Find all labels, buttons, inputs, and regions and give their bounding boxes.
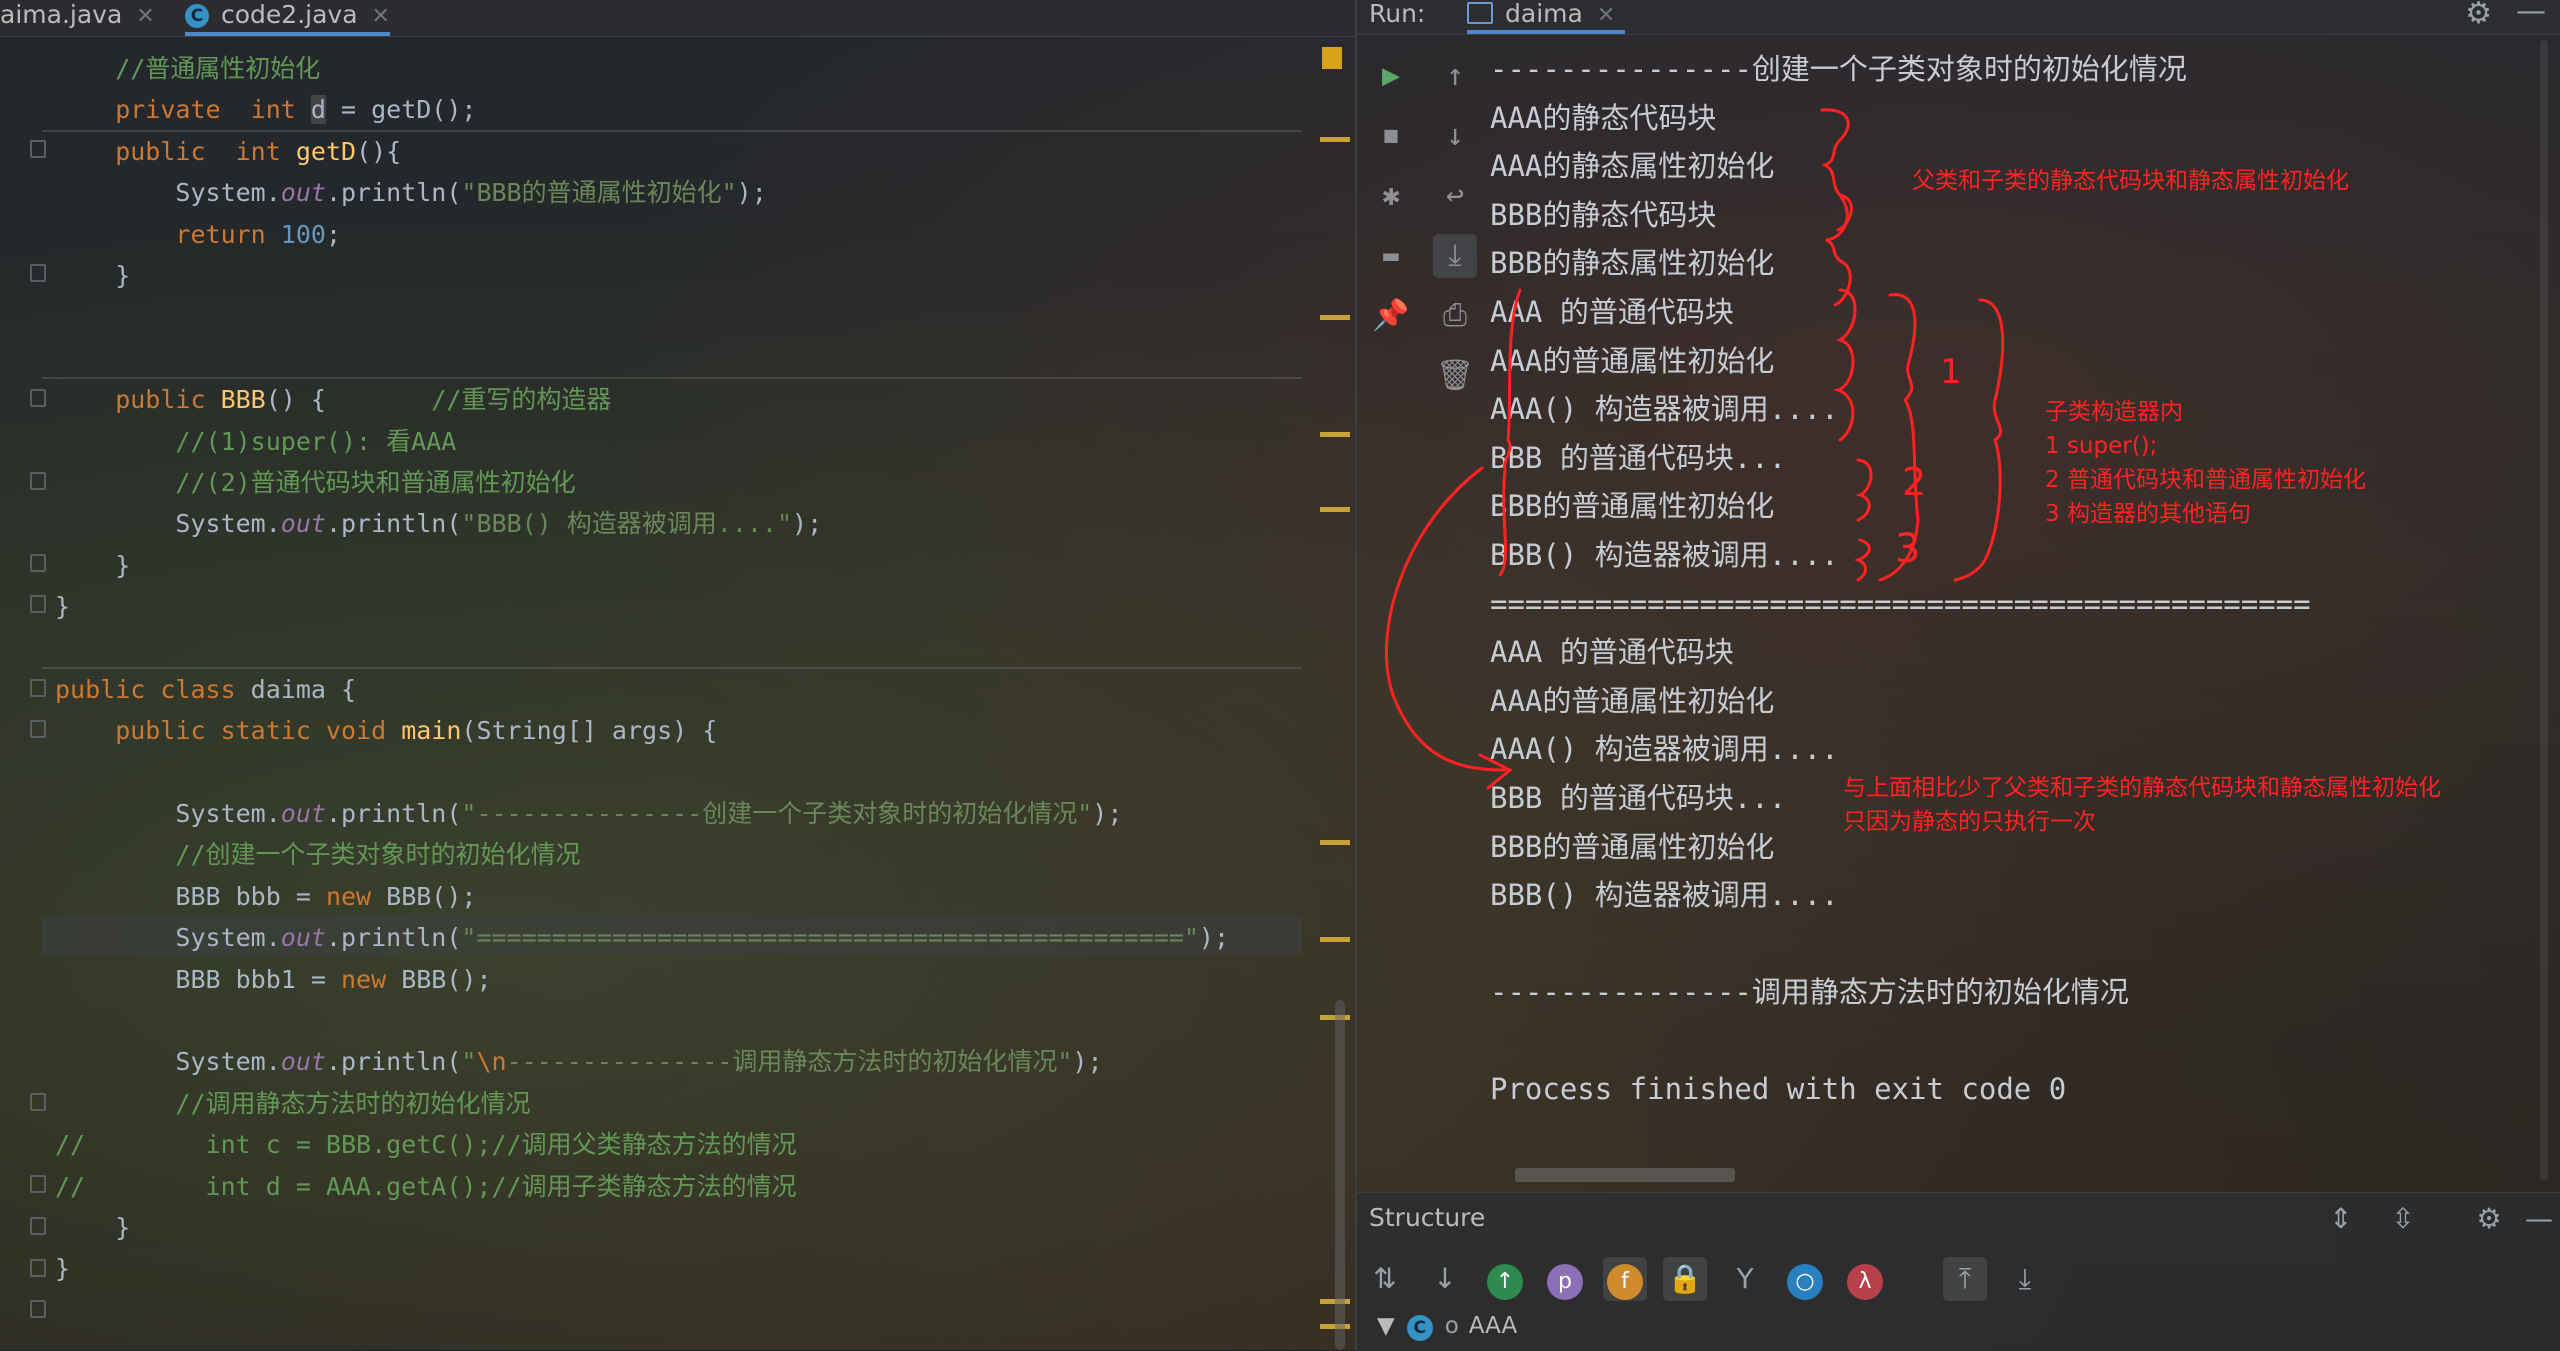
show-inherited-icon[interactable]: ↑ — [1483, 1257, 1527, 1301]
show-properties-icon[interactable]: p — [1543, 1257, 1587, 1301]
static-brace-lower — [1833, 193, 1853, 307]
show-non-public-icon[interactable]: 🔒 — [1663, 1257, 1707, 1301]
brace-1 — [1833, 288, 1857, 442]
annotation-number-1: 1 — [1940, 352, 1962, 392]
handwritten-annotations — [1384, 108, 2005, 790]
annotation-static: 父类和子类的静态代码块和静态属性初始化 — [1912, 168, 2349, 194]
static-brace — [1820, 108, 1850, 264]
chevron-down-icon[interactable]: ▼ — [1377, 1313, 1395, 1339]
outer-brace-right — [1953, 298, 2005, 582]
structure-tree-item[interactable]: ▼ Co AAA — [1377, 1313, 1517, 1341]
annotation-second-instance: 与上面相比少了父类和子类的静态代码块和静态属性初始化 只因为静态的只执行一次 — [1843, 775, 2441, 835]
annotation-constructor: 子类构造器内 1 super(); 2 普通代码块和普通属性初始化 3 构造器的… — [2045, 399, 2366, 527]
left-brace — [1498, 288, 1522, 577]
show-anonymous-icon[interactable]: ○ — [1783, 1257, 1827, 1301]
tree-item-label: AAA — [1468, 1313, 1518, 1339]
structure-panel: Structure ⇕ ⇳ ⚙ — ⇅ ↓ ↑ p f 🔒 Y ○ λ ⤒ ⤓ … — [1357, 1192, 2560, 1351]
autoscroll-from-source-icon[interactable]: ⤓ — [2003, 1257, 2047, 1301]
collapse-all-icon[interactable]: ⇳ — [2381, 1197, 2425, 1241]
autoscroll-to-source-icon[interactable]: ⤒ — [1943, 1257, 1987, 1301]
arrow-curve — [1384, 466, 1507, 772]
sort-visibility-icon[interactable]: ⇅ — [1363, 1257, 1407, 1301]
sort-alpha-icon[interactable]: ↓ — [1423, 1257, 1467, 1301]
annotation-number-2: 2 — [1902, 460, 1927, 504]
brace-3 — [1854, 538, 1871, 582]
brace-2 — [1855, 458, 1873, 522]
show-lambdas-tree-icon[interactable]: Y — [1723, 1257, 1767, 1301]
expand-all-icon[interactable]: ⇕ — [2319, 1197, 2363, 1241]
minimize-icon[interactable]: — — [2517, 1197, 2560, 1241]
class-icon: C — [1406, 1315, 1433, 1341]
show-lambda-icon[interactable]: λ — [1843, 1257, 1887, 1301]
annotation-number-3: 3 — [1895, 526, 1921, 572]
structure-title: Structure — [1369, 1203, 1486, 1232]
gear-icon[interactable]: ⚙ — [2467, 1197, 2511, 1241]
visibility-icon: o — [1444, 1313, 1459, 1339]
arrow-head — [1478, 753, 1513, 790]
show-fields-icon[interactable]: f — [1603, 1257, 1647, 1301]
